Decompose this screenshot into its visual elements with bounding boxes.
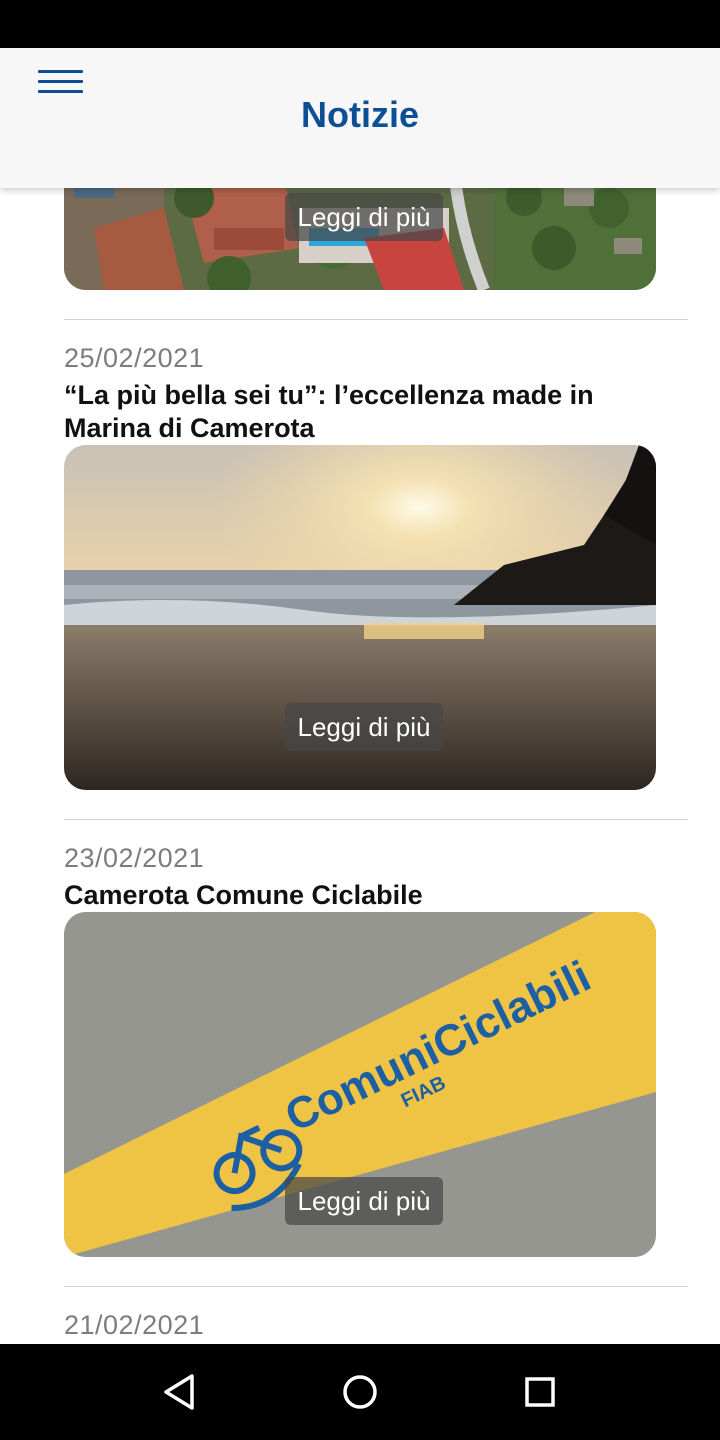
status-bar [0, 0, 720, 48]
news-title[interactable]: “La più bella sei tu”: l’eccellenza made… [64, 379, 664, 445]
divider [64, 1286, 688, 1287]
recents-square-icon[interactable] [518, 1370, 562, 1414]
page-title: Notizie [300, 94, 419, 135]
divider [64, 819, 688, 820]
system-navigation-bar [0, 1344, 720, 1440]
read-more-button[interactable]: Leggi di più [285, 1177, 443, 1225]
home-circle-icon[interactable] [338, 1370, 382, 1414]
back-triangle-icon[interactable] [158, 1370, 202, 1414]
read-more-button[interactable]: Leggi di più [285, 703, 443, 751]
news-date: 23/02/2021 [64, 843, 205, 873]
divider [64, 319, 688, 320]
app-bar: Notizie [0, 48, 720, 188]
read-more-button[interactable]: Leggi di più [285, 193, 443, 241]
news-date: 21/02/2021 [64, 1310, 205, 1340]
news-title[interactable]: Camerota Comune Ciclabile [64, 879, 664, 912]
news-list[interactable]: Leggi di più 25/02/2021 “La più bella se… [0, 188, 720, 1344]
news-date: 25/02/2021 [64, 343, 205, 373]
